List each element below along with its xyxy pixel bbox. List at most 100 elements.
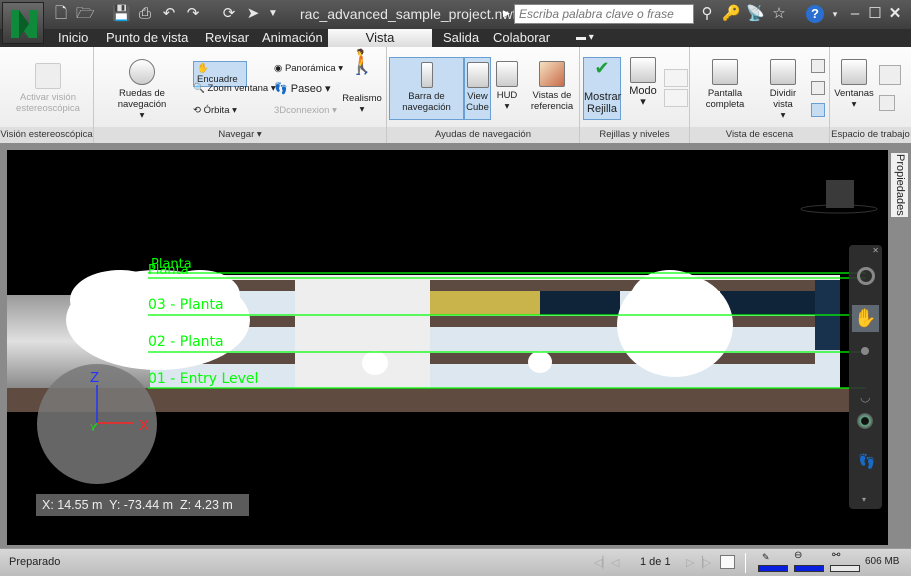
realism-button[interactable]: 🚶 Realismo ▾ (342, 49, 382, 116)
tab-vista[interactable]: Vista (328, 29, 432, 47)
document-title: rac_advanced_sample_project.nwf (300, 6, 517, 22)
navbar-icon (420, 62, 433, 88)
properties-tab[interactable]: Propiedades (890, 152, 909, 218)
split-view-button[interactable]: Dividir vista ▾ (760, 59, 806, 121)
grid-check-icon: ✔ (594, 58, 610, 78)
viewcube[interactable] (826, 180, 854, 208)
open-file-icon[interactable]: 🗁 (76, 5, 95, 23)
pan-hand-icon[interactable]: ✋ (852, 305, 879, 332)
mode-button[interactable]: Modo ▾ (626, 57, 660, 108)
binoculars-icon[interactable]: ⚲ (698, 5, 716, 23)
refresh-icon[interactable]: ⟳ (220, 5, 238, 23)
fullscreen-icon (712, 59, 738, 85)
orbit-button[interactable]: ⟲ Órbita ▾ (193, 105, 237, 116)
save-icon[interactable]: 💾 (112, 5, 131, 23)
scene: Planta Planta 03 - Planta 02 - Planta 01… (7, 180, 878, 484)
viewcube-button[interactable]: View Cube (464, 57, 491, 120)
minimize-button[interactable]: ‒ (846, 5, 864, 23)
tab-inicio[interactable]: Inicio (58, 29, 88, 47)
disk-icon: ⊖ (794, 550, 803, 561)
close-button[interactable]: ✕ (886, 5, 904, 23)
load-workspace-icon[interactable] (879, 65, 901, 85)
tab-punto-de-vista[interactable]: Punto de vista (106, 29, 188, 47)
next-page-icon[interactable]: ▷▕▷ (686, 556, 711, 569)
zoom-icon[interactable] (861, 347, 869, 355)
z-label: Z (90, 369, 99, 386)
tab-salida[interactable]: Salida (443, 29, 479, 47)
zoom-window-button[interactable]: 🔍 Zoom ventana ▾ (193, 83, 276, 94)
steering-wheel-icon[interactable] (857, 267, 875, 285)
grid-dropdown-2[interactable] (664, 89, 688, 107)
windows-icon (841, 59, 867, 85)
navigation-wheels-button[interactable]: Ruedas de navegación ▾ (100, 59, 184, 121)
3dconnexion-button[interactable]: 3Dconnexion ▾ (274, 105, 337, 116)
redo-icon[interactable]: ↷ (184, 5, 202, 23)
navigation-bar-button[interactable]: Barra de navegación (389, 57, 464, 120)
sheet-browser-icon[interactable] (720, 555, 735, 569)
help-icon[interactable]: ? (806, 5, 824, 23)
y-label: Y (90, 423, 97, 434)
help-dropdown-icon[interactable]: ▾ (826, 5, 844, 23)
panel-stereo: Activar visión estereoscópica Visión est… (0, 47, 94, 143)
panel-label: Navegar ▾ (94, 127, 386, 143)
navbar-menu-icon[interactable]: ▾ (862, 495, 866, 504)
walk-button[interactable]: 👣 Paseo ▾ (274, 84, 331, 95)
network-icon: ⚯ (832, 550, 841, 561)
panel-label: Rejillas y niveles (580, 127, 689, 143)
pencil-icon: ✎ (762, 552, 770, 562)
wheel-icon (129, 59, 155, 85)
save-workspace-icon[interactable] (879, 95, 895, 111)
print-icon[interactable]: ⎙ (136, 5, 154, 23)
hud-button[interactable]: HUD ▾ (495, 61, 519, 112)
satellite-icon[interactable]: 📡 (746, 5, 765, 23)
ribbon: Activar visión estereoscópica Visión est… (0, 47, 911, 143)
grid-dropdown-1[interactable] (664, 69, 688, 87)
windows-button[interactable]: Ventanas ▾ (833, 59, 875, 110)
minimize-ribbon-icon[interactable]: ▬ ▾ (576, 29, 594, 47)
application-menu-button[interactable] (2, 2, 44, 44)
page-indicator: 1 de 1 (640, 556, 671, 568)
star-icon[interactable]: ☆ (770, 5, 788, 23)
ribbon-tabs: Inicio Punto de vista Revisar Animación … (0, 29, 911, 47)
panel-label: Espacio de trabajo (830, 127, 911, 143)
tab-colaborar[interactable]: Colaborar (493, 29, 550, 47)
level-label: 03 - Planta (148, 297, 224, 313)
split-view-icon (770, 59, 796, 85)
search-input[interactable]: Escriba palabra clave o frase (514, 4, 694, 24)
look-eye-icon[interactable] (857, 413, 873, 429)
tab-revisar[interactable]: Revisar (205, 29, 249, 47)
reference-views-button[interactable]: Vistas de referencia (527, 61, 577, 112)
show-grid-button[interactable]: ✔ Mostrar Rejilla (583, 57, 621, 120)
new-file-icon[interactable]: 🗋 (52, 5, 70, 23)
orbit-icon[interactable]: ◡ (860, 390, 870, 404)
customize-dropdown-icon[interactable]: ▼ (264, 5, 282, 23)
select-cursor-icon[interactable]: ➤ (244, 5, 262, 23)
walk-footprints-icon[interactable]: 👣 (858, 453, 875, 470)
dark-windows (540, 290, 620, 315)
panoramic-button[interactable]: ◉ Panorámica ▾ (274, 63, 343, 74)
person-icon: 🚶 (347, 49, 377, 76)
undo-icon[interactable]: ↶ (160, 5, 178, 23)
fullscreen-button[interactable]: Pantalla completa (693, 59, 757, 110)
disk-progress (794, 565, 824, 572)
search-expand-icon[interactable]: ▶ (503, 8, 510, 19)
divider (745, 553, 746, 573)
navisworks-logo-icon (11, 10, 37, 38)
panel-label: Ayudas de navegación (387, 127, 579, 143)
close-navbar-icon[interactable]: ✕ (872, 246, 879, 255)
level-label: Planta (148, 263, 189, 278)
glasses-icon (35, 63, 61, 89)
coordinate-readout: X: 14.55 m Y: -73.44 m Z: 4.23 m (36, 494, 249, 516)
title-bar: 🗋 🗁 💾 ⎙ ↶ ↷ ⟳ ➤ ▼ rac_advanced_sample_pr… (0, 0, 911, 29)
first-page-icon[interactable]: ◁▏◁ (594, 556, 619, 569)
window-size-icon[interactable] (811, 59, 825, 73)
tab-animacion[interactable]: Animación (262, 29, 323, 47)
key-icon[interactable]: 🔑 (722, 5, 741, 23)
stereo-button[interactable]: Activar visión estereoscópica (6, 63, 90, 114)
render-progress (758, 565, 788, 572)
resize-icon[interactable] (811, 81, 825, 95)
maximize-button[interactable]: ☐ (866, 5, 884, 23)
panel-label: Vista de escena (690, 127, 829, 143)
3d-viewport[interactable]: Planta Planta 03 - Planta 02 - Planta 01… (7, 150, 888, 545)
header-icon[interactable] (811, 103, 825, 117)
